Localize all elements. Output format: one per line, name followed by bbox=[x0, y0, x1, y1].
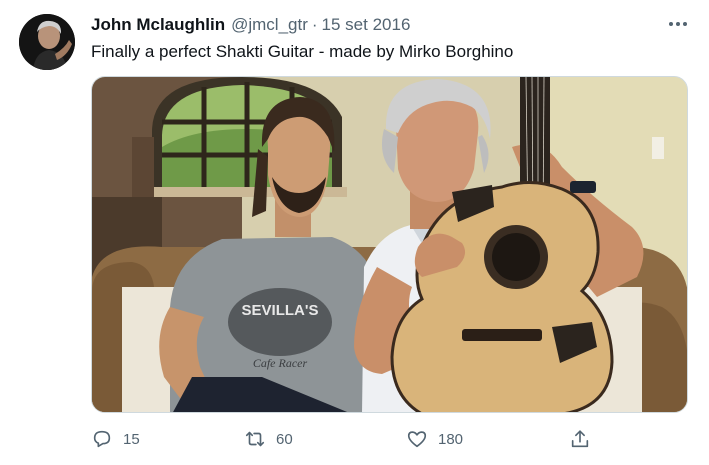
tweet-photo[interactable]: SEVILLA'S Cafe Racer bbox=[91, 76, 688, 413]
shirt-print-subtitle: Cafe Racer bbox=[253, 356, 308, 370]
reply-icon bbox=[93, 430, 111, 448]
more-options-button[interactable] bbox=[664, 14, 692, 34]
avatar[interactable] bbox=[19, 14, 75, 70]
like-count: 180 bbox=[438, 430, 464, 448]
tweet-header: John Mclaughlin @jmcl_gtr · 15 set 2016 bbox=[91, 14, 410, 36]
share-icon bbox=[571, 430, 589, 448]
separator-dot: · bbox=[311, 15, 318, 34]
retweet-icon bbox=[245, 431, 265, 447]
retweet-count: 60 bbox=[276, 430, 293, 448]
retweet-button[interactable]: 60 bbox=[244, 424, 293, 454]
shirt-print-title: SEVILLA'S bbox=[242, 302, 319, 319]
tweet-actions: 15 60 180 bbox=[91, 424, 691, 454]
reply-count: 15 bbox=[123, 430, 140, 448]
like-button[interactable]: 180 bbox=[406, 424, 463, 454]
share-button[interactable] bbox=[569, 424, 591, 454]
timestamp[interactable]: 15 set 2016 bbox=[322, 14, 411, 36]
user-handle[interactable]: @jmcl_gtr bbox=[231, 14, 308, 36]
reply-button[interactable]: 15 bbox=[91, 424, 140, 454]
heart-icon bbox=[407, 431, 427, 448]
display-name[interactable]: John Mclaughlin bbox=[91, 14, 225, 36]
more-horizontal-icon bbox=[669, 22, 673, 26]
tweet-text: Finally a perfect Shakti Guitar - made b… bbox=[91, 42, 514, 61]
tweet-card[interactable]: John Mclaughlin @jmcl_gtr · 15 set 2016 … bbox=[0, 0, 709, 465]
